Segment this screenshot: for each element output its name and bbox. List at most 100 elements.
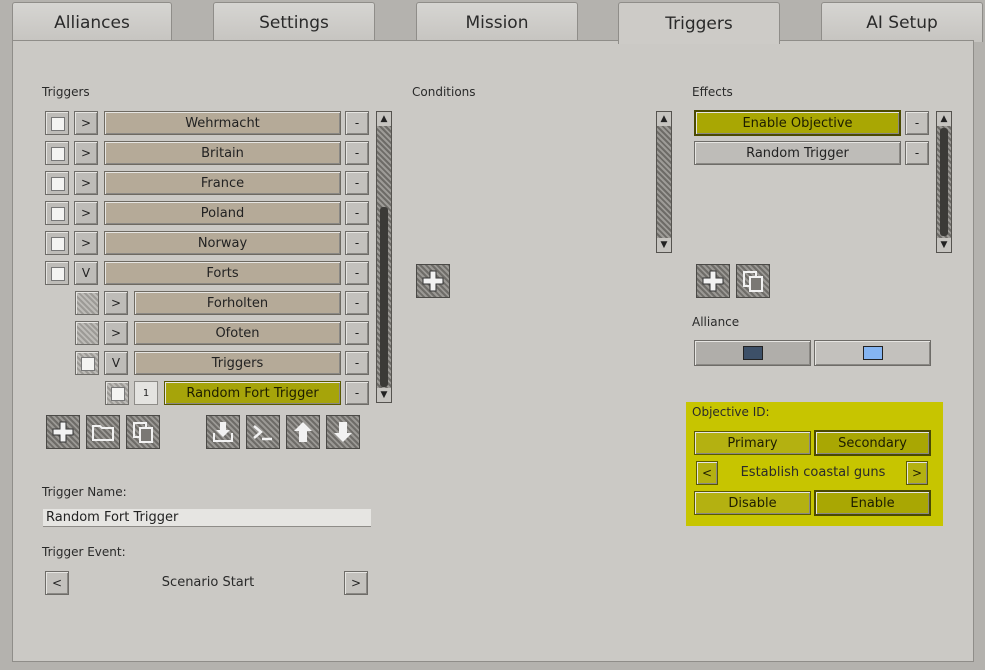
- scroll-down-icon[interactable]: ▼: [377, 388, 391, 402]
- trigger-row-expander[interactable]: V: [104, 351, 128, 375]
- trigger-event-label: Trigger Event:: [42, 545, 126, 559]
- objective-id-label: Objective ID:: [692, 405, 770, 419]
- effect-remove-button[interactable]: -: [905, 141, 929, 165]
- conditions-label: Conditions: [412, 85, 476, 99]
- trigger-row-expander[interactable]: V: [74, 261, 98, 285]
- trigger-row-remove-button[interactable]: -: [345, 201, 369, 225]
- trigger-row-random-fort-trigger[interactable]: Random Fort Trigger: [164, 381, 341, 405]
- trigger-row-expander[interactable]: >: [74, 141, 98, 165]
- objective-disable-button[interactable]: Disable: [694, 491, 811, 515]
- effect-enable-objective[interactable]: Enable Objective: [694, 110, 901, 136]
- triggers-panel: Triggers > Wehrmacht - > Britain - > Fra…: [12, 40, 974, 662]
- trigger-event-prev-button[interactable]: <: [45, 571, 69, 595]
- alliance-color-swatch: [862, 346, 883, 360]
- triggers-scrollbar[interactable]: ▲ ▼: [376, 111, 392, 403]
- trigger-row-forholten[interactable]: Forholten: [134, 291, 341, 315]
- plus-icon: [52, 421, 74, 443]
- trigger-row-forts[interactable]: Forts: [104, 261, 341, 285]
- scroll-up-icon[interactable]: ▲: [937, 112, 951, 126]
- trigger-row-remove-button[interactable]: -: [345, 291, 369, 315]
- trigger-row-checkbox[interactable]: [105, 381, 129, 405]
- trigger-row-checkbox[interactable]: [45, 171, 69, 195]
- trigger-row-norway[interactable]: Norway: [104, 231, 341, 255]
- scroll-thumb[interactable]: [940, 128, 948, 236]
- trigger-row-checkbox[interactable]: [45, 201, 69, 225]
- trigger-row-poland[interactable]: Poland: [104, 201, 341, 225]
- add-condition-button[interactable]: [416, 264, 450, 298]
- tab-triggers[interactable]: Triggers: [618, 2, 780, 44]
- add-folder-button[interactable]: [86, 415, 120, 449]
- objective-next-button[interactable]: >: [906, 461, 928, 485]
- trigger-event-value: Scenario Start: [161, 575, 255, 590]
- trigger-row-expander[interactable]: >: [74, 171, 98, 195]
- alliance-option-2[interactable]: [814, 340, 931, 366]
- conditions-scrollbar[interactable]: ▲ ▼: [656, 111, 672, 253]
- scroll-down-icon[interactable]: ▼: [657, 238, 671, 252]
- terminal-icon: [253, 425, 272, 441]
- trigger-row-expander[interactable]: >: [74, 201, 98, 225]
- tab-alliances[interactable]: Alliances: [12, 2, 172, 42]
- alliance-label: Alliance: [692, 315, 740, 329]
- trigger-row-remove-button[interactable]: -: [345, 111, 369, 135]
- arrow-down-icon: [334, 422, 352, 442]
- tab-ai-setup[interactable]: AI Setup: [821, 2, 983, 42]
- trigger-row-expander[interactable]: >: [104, 291, 128, 315]
- objective-value: Establish coastal guns: [740, 465, 886, 480]
- effect-random-trigger[interactable]: Random Trigger: [694, 141, 901, 165]
- move-up-button[interactable]: [286, 415, 320, 449]
- copy-trigger-button[interactable]: [126, 415, 160, 449]
- trigger-row-expander[interactable]: >: [104, 321, 128, 345]
- trigger-row-remove-button[interactable]: -: [345, 231, 369, 255]
- objective-primary-button[interactable]: Primary: [694, 431, 811, 455]
- trigger-row-ofoten[interactable]: Ofoten: [134, 321, 341, 345]
- effect-remove-button[interactable]: -: [905, 111, 929, 135]
- trigger-name-input[interactable]: Random Fort Trigger: [43, 509, 371, 527]
- trigger-row-number: 1: [134, 381, 158, 405]
- trigger-row-wehrmacht[interactable]: Wehrmacht: [104, 111, 341, 135]
- trigger-row-expander[interactable]: >: [74, 231, 98, 255]
- trigger-row-france[interactable]: France: [104, 171, 341, 195]
- trigger-name-label: Trigger Name:: [42, 485, 127, 499]
- effects-scrollbar[interactable]: ▲ ▼: [936, 111, 952, 253]
- trigger-row-checkbox[interactable]: [75, 291, 99, 315]
- alliance-option-1[interactable]: [694, 340, 811, 366]
- scroll-up-icon[interactable]: ▲: [377, 112, 391, 126]
- trigger-row-remove-button[interactable]: -: [345, 351, 369, 375]
- trigger-row-checkbox[interactable]: [45, 231, 69, 255]
- trigger-row-remove-button[interactable]: -: [345, 141, 369, 165]
- objective-enable-button[interactable]: Enable: [814, 490, 931, 516]
- trigger-row-remove-button[interactable]: -: [345, 171, 369, 195]
- tab-settings[interactable]: Settings: [213, 2, 375, 42]
- move-down-button[interactable]: [326, 415, 360, 449]
- trigger-row-checkbox[interactable]: [75, 321, 99, 345]
- trigger-row-checkbox[interactable]: [75, 351, 99, 375]
- trigger-row-remove-button[interactable]: -: [345, 381, 369, 405]
- trigger-row-remove-button[interactable]: -: [345, 321, 369, 345]
- effects-label: Effects: [692, 85, 733, 99]
- trigger-row-expander[interactable]: >: [74, 111, 98, 135]
- trigger-row-checkbox[interactable]: [45, 111, 69, 135]
- trigger-row-triggers[interactable]: Triggers: [134, 351, 341, 375]
- import-trigger-button[interactable]: [206, 415, 240, 449]
- trigger-row-checkbox[interactable]: [45, 261, 69, 285]
- objective-prev-button[interactable]: <: [696, 461, 718, 485]
- trigger-row-checkbox[interactable]: [45, 141, 69, 165]
- arrow-up-icon: [294, 422, 312, 442]
- download-icon: [213, 422, 233, 442]
- console-button[interactable]: [246, 415, 280, 449]
- copy-effect-button[interactable]: [736, 264, 770, 298]
- add-trigger-button[interactable]: [46, 415, 80, 449]
- alliance-color-swatch: [742, 346, 763, 360]
- scroll-thumb[interactable]: [380, 207, 388, 387]
- add-effect-button[interactable]: [696, 264, 730, 298]
- scroll-down-icon[interactable]: ▼: [937, 238, 951, 252]
- tab-mission[interactable]: Mission: [416, 2, 578, 42]
- trigger-event-next-button[interactable]: >: [344, 571, 368, 595]
- trigger-row-remove-button[interactable]: -: [345, 261, 369, 285]
- triggers-label: Triggers: [42, 85, 90, 99]
- plus-icon: [702, 270, 724, 292]
- trigger-row-britain[interactable]: Britain: [104, 141, 341, 165]
- scroll-up-icon[interactable]: ▲: [657, 112, 671, 126]
- plus-icon: [422, 270, 444, 292]
- objective-secondary-button[interactable]: Secondary: [814, 430, 931, 456]
